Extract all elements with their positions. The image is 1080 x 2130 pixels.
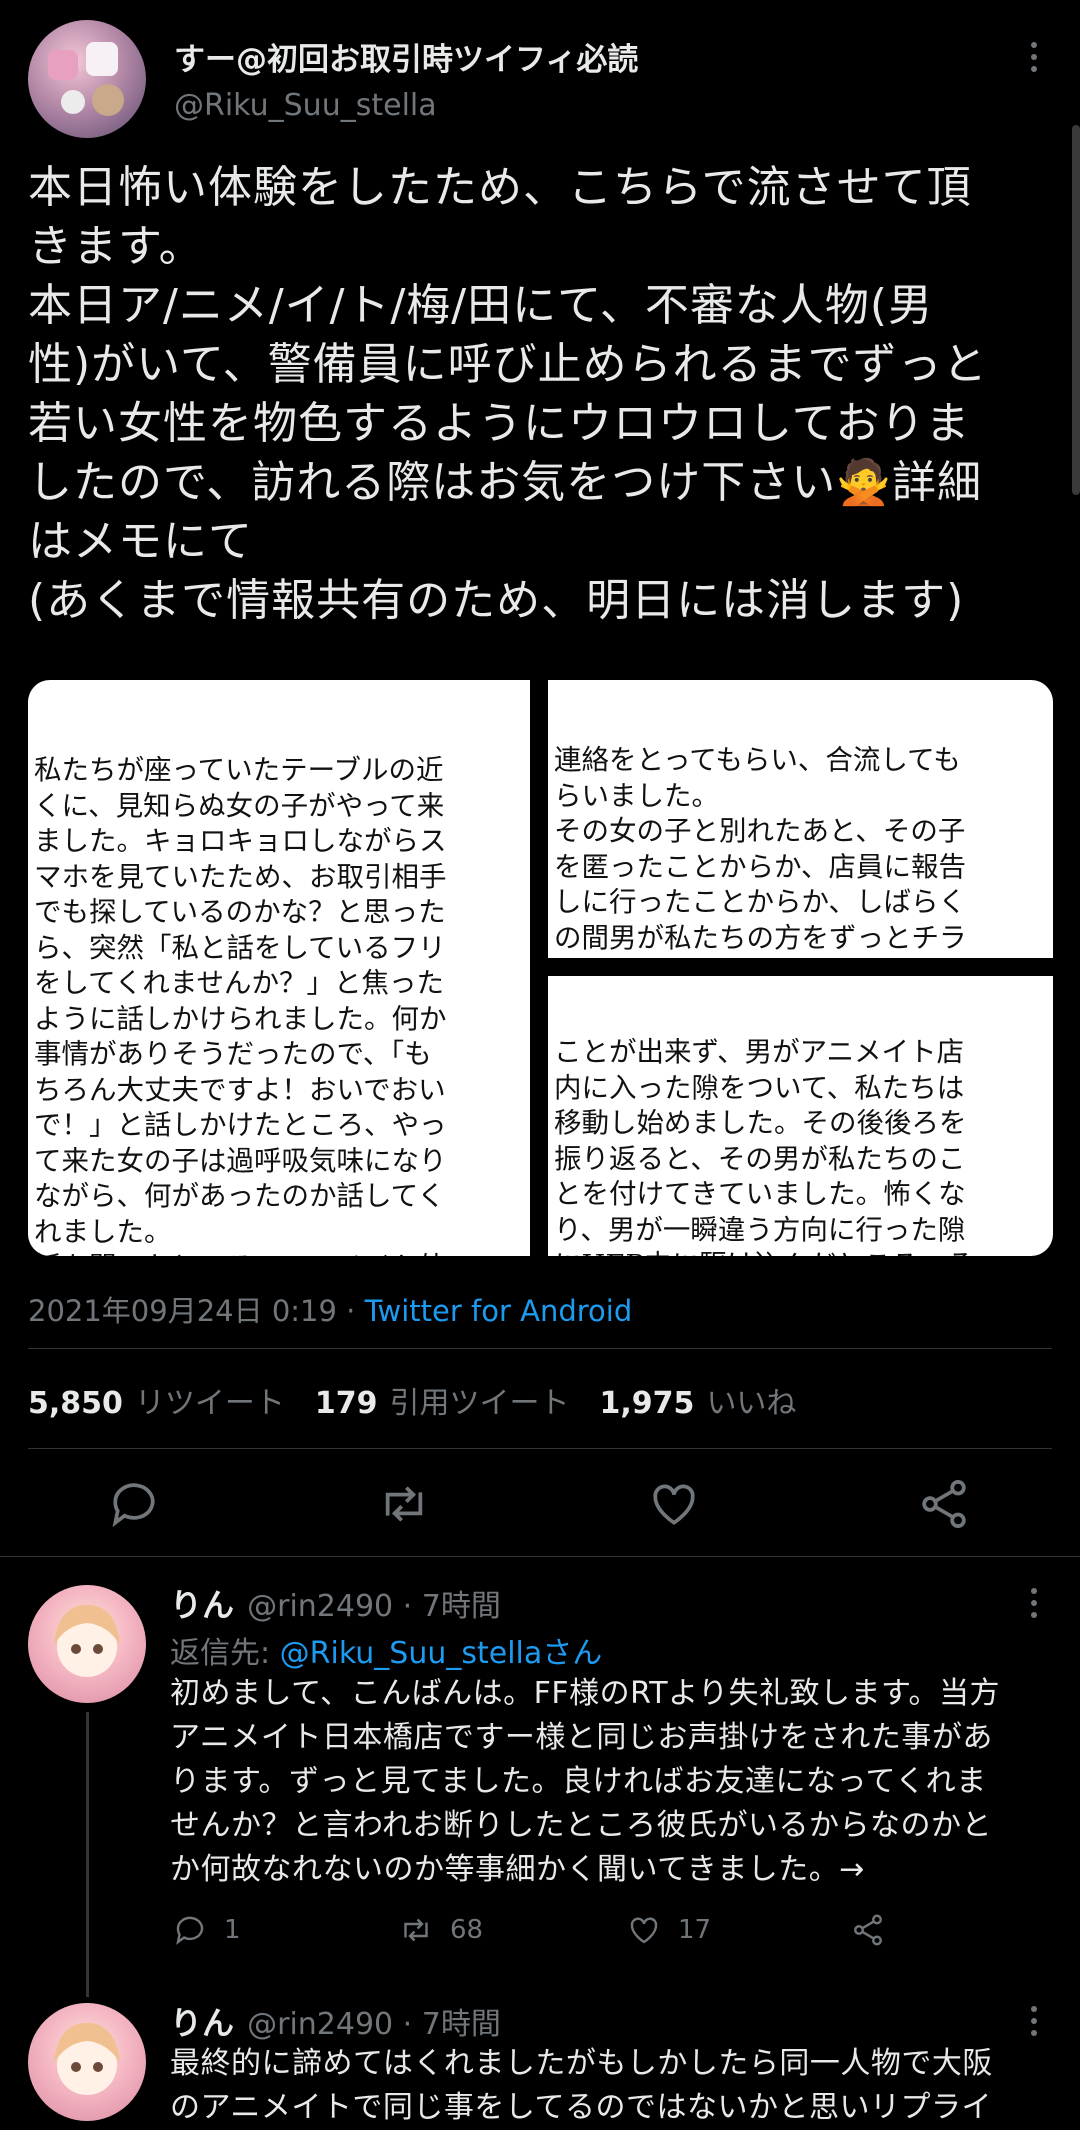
likes-stat[interactable]: 1,975 いいね [600, 1378, 797, 1422]
memo-divider [548, 958, 1053, 976]
quotes-label: 引用ツイート [389, 1386, 570, 1421]
memo-right-top-text: 連絡をとってもらい、合流しても らいました。 その女の子と別れたあと、その子 を… [554, 744, 967, 958]
more-icon[interactable] [1030, 42, 1038, 72]
like-icon[interactable] [646, 1476, 702, 1532]
reply-icon [176, 1916, 204, 1945]
scrollbar[interactable] [1072, 125, 1080, 495]
author-display-name[interactable]: すー@初回お取引時ツイフィ必読 [174, 34, 638, 79]
tweet-timestamp[interactable]: 2021年09月24日 0:19 [28, 1294, 337, 1328]
reply-avatar[interactable] [28, 2003, 146, 2121]
retweet-icon [404, 1918, 428, 1942]
retweets-label: リツイート [134, 1386, 285, 1421]
more-icon[interactable] [1030, 1588, 1038, 1618]
author-handle[interactable]: @Riku_Suu_stella [174, 88, 437, 123]
replying-to-user[interactable]: @Riku_Suu_stellaさん [280, 1636, 603, 1671]
reply-author-name[interactable]: りん [170, 2004, 234, 2042]
tweet-text: 本日怖い体験をしたため、こちらで流させて頂 きます。 本日ア/ニメ/イ/ト/梅/… [28, 162, 988, 626]
memo-right-bottom-text: ことが出来ず、男がアニメイト店 内に入った隙をついて、私たちは 移動し始めました… [554, 1036, 974, 1256]
divider [28, 1448, 1052, 1449]
meta-separator: · [336, 1294, 365, 1328]
reply-avatar-image [54, 1605, 120, 1677]
retweet-icon[interactable] [376, 1476, 432, 1532]
reply-like-action[interactable]: 17 [626, 1912, 711, 1948]
reply-share-action[interactable] [850, 1912, 902, 1948]
more-icon[interactable] [1030, 2006, 1038, 2036]
likes-count: 1,975 [599, 1386, 695, 1421]
memo-image-left[interactable]: 私たちが座っていたテーブルの近 くに、見知らぬ女の子がやって来 ました。キョロキ… [28, 680, 530, 1256]
reply-avatar-image [54, 2023, 120, 2095]
quotes-count: 179 [314, 1386, 378, 1421]
like-count: 17 [678, 1915, 712, 1945]
quotes-stat[interactable]: 179 引用ツイート [315, 1378, 570, 1422]
tweet-meta: 2021年09月24日 0:19 · Twitter for Android [28, 1288, 632, 1330]
replying-to: 返信先: @Riku_Suu_stellaさん [170, 1628, 602, 1672]
reply-icon[interactable] [106, 1476, 162, 1532]
memo-image-right-bottom[interactable]: ことが出来ず、男がアニメイト店 内に入った隙をついて、私たちは 移動し始めました… [548, 976, 1053, 1256]
retweets-stat[interactable]: 5,850 リツイート [28, 1378, 285, 1422]
reply-text: 最終的に諦めてはくれましたがもしかしたら同一人物で大阪 のアニメイトで同じ事をし… [170, 2046, 993, 2125]
reply-header: りん @rin2490 · 7時間 [170, 1580, 501, 1626]
avatar-image [48, 42, 124, 116]
reply-header: りん @rin2490 · 7時間 [170, 1998, 501, 2044]
memo-image-right-top[interactable]: 連絡をとってもらい、合流しても らいました。 その女の子と別れたあと、その子 を… [548, 680, 1053, 958]
tweet-stats: 5,850 リツイート 179 引用ツイート 1,975 いいね [28, 1378, 796, 1422]
reply-avatar[interactable] [28, 1585, 146, 1703]
retweets-count: 5,850 [28, 1386, 123, 1421]
divider [28, 1348, 1052, 1349]
likes-label: いいね [706, 1386, 797, 1421]
memo-left-text: 私たちが座っていたテーブルの近 くに、見知らぬ女の子がやって来 ました。キョロキ… [34, 754, 447, 1256]
like-icon [630, 1917, 658, 1944]
share-icon[interactable] [916, 1476, 972, 1532]
tweet-client[interactable]: Twitter for Android [365, 1294, 633, 1328]
reply-count: 1 [224, 1915, 241, 1945]
reply-retweet-action[interactable]: 68 [398, 1912, 483, 1948]
reply-handle-time[interactable]: @rin2490 · 7時間 [247, 1589, 501, 1624]
replying-to-prefix: 返信先: [170, 1636, 280, 1671]
divider [0, 1556, 1080, 1557]
reply-handle-time[interactable]: @rin2490 · 7時間 [247, 2007, 501, 2042]
retweet-count: 68 [450, 1915, 484, 1945]
share-icon [854, 1914, 882, 1946]
reply-author-name[interactable]: りん [170, 1586, 234, 1624]
author-avatar[interactable] [28, 20, 146, 138]
tweet-action-bar [0, 1476, 1080, 1532]
reply-reply-action[interactable]: 1 [172, 1912, 241, 1948]
reply-text: 初めまして、こんばんは。FF様のRTより失礼致します。当方 アニメイト日本橋店で… [170, 1676, 1000, 1887]
thread-line [86, 1712, 89, 1997]
